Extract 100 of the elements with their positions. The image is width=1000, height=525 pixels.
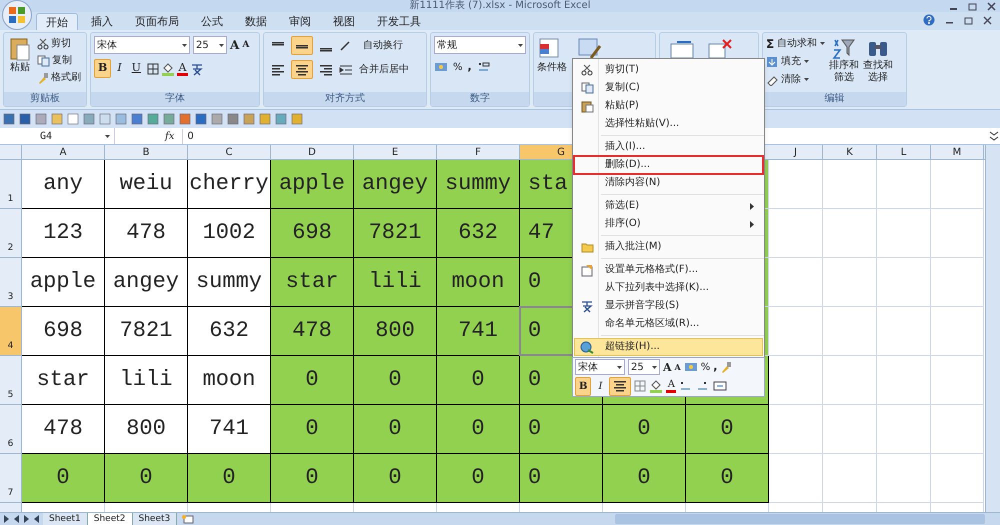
vertical-scrollbar[interactable] bbox=[985, 145, 1000, 512]
merge-center-button[interactable]: 合并后居中 bbox=[359, 62, 409, 77]
find-select-button[interactable]: 查找和 选择 bbox=[863, 36, 894, 92]
grow-font-button[interactable]: A bbox=[230, 39, 240, 51]
underline-button[interactable]: U bbox=[128, 59, 145, 78]
copy-icon[interactable] bbox=[37, 54, 50, 66]
align-center-icon[interactable] bbox=[295, 64, 309, 76]
copy-icon[interactable] bbox=[580, 82, 594, 94]
ribbon-tab[interactable]: 开发工具 bbox=[368, 13, 430, 30]
percent-button[interactable]: % bbox=[453, 60, 463, 75]
font-name-field[interactable]: 宋体 bbox=[94, 36, 190, 54]
menu-item[interactable]: 超链接(H)... bbox=[574, 338, 763, 356]
new-sheet-icon[interactable] bbox=[181, 514, 196, 524]
autosum-button[interactable]: Σ 自动求和 bbox=[766, 36, 826, 51]
column-header[interactable]: C bbox=[188, 145, 271, 159]
help-icon[interactable] bbox=[923, 14, 935, 26]
merge-icon[interactable] bbox=[713, 380, 728, 392]
fill-button[interactable]: 填充 bbox=[766, 54, 826, 69]
close-icon[interactable] bbox=[983, 16, 992, 24]
horizontal-scrollbar[interactable] bbox=[615, 514, 985, 524]
toolbar-icon[interactable] bbox=[83, 113, 95, 125]
comma-button[interactable]: , bbox=[713, 359, 718, 376]
caret-icon[interactable] bbox=[820, 42, 826, 45]
caret-icon[interactable] bbox=[617, 366, 622, 369]
row-header[interactable]: 3 bbox=[0, 258, 22, 307]
toolbar-icon[interactable] bbox=[227, 113, 239, 125]
paste-button[interactable]: 粘贴 bbox=[7, 36, 33, 92]
ribbon-tab[interactable]: 审阅 bbox=[280, 13, 320, 30]
font-name-field[interactable]: 宋体 bbox=[575, 359, 625, 376]
currency-icon[interactable] bbox=[684, 361, 698, 374]
scissors-icon[interactable] bbox=[581, 64, 593, 76]
row-header[interactable]: 7 bbox=[0, 454, 22, 503]
clipboard-icon[interactable] bbox=[580, 100, 594, 112]
toolbar-icon[interactable] bbox=[259, 113, 271, 125]
close-icon[interactable] bbox=[987, 2, 996, 10]
expand-icon[interactable] bbox=[988, 129, 1000, 143]
font-color-button[interactable]: A bbox=[666, 380, 676, 392]
column-header[interactable]: E bbox=[354, 145, 437, 159]
caret-icon[interactable] bbox=[182, 44, 187, 46]
menu-item[interactable]: 粘贴(P) bbox=[574, 97, 763, 115]
toolbar-icon[interactable] bbox=[195, 113, 207, 125]
italic-button[interactable]: I bbox=[113, 59, 126, 78]
globe-link-icon[interactable] bbox=[580, 340, 594, 354]
toolbar-icon[interactable] bbox=[19, 113, 31, 125]
percent-button[interactable]: % bbox=[700, 360, 710, 375]
toolbar-icon[interactable] bbox=[131, 113, 143, 125]
clear-button[interactable]: 清除 bbox=[766, 72, 826, 87]
shrink-font-button[interactable]: A bbox=[242, 40, 250, 50]
bold-button[interactable]: B bbox=[94, 59, 112, 78]
format-cells-icon[interactable] bbox=[580, 264, 594, 276]
align-center-icon[interactable] bbox=[613, 380, 628, 392]
align-button[interactable] bbox=[291, 36, 313, 55]
toolbar-icon[interactable] bbox=[243, 113, 255, 125]
toolbar-icon[interactable] bbox=[179, 113, 191, 125]
align-right-icon[interactable] bbox=[319, 64, 333, 76]
wrap-text-button[interactable]: 自动换行 bbox=[363, 38, 403, 53]
row-header[interactable]: 4 bbox=[0, 307, 22, 356]
format-painter-button[interactable]: 格式刷 bbox=[37, 70, 81, 85]
column-header[interactable]: M bbox=[931, 145, 984, 159]
column-header[interactable]: D bbox=[271, 145, 354, 159]
ribbon-tab[interactable]: 视图 bbox=[324, 13, 364, 30]
fill-bucket-icon[interactable] bbox=[649, 379, 664, 393]
office-button[interactable] bbox=[2, 0, 32, 30]
menu-item[interactable]: 复制(C) bbox=[574, 79, 763, 97]
phonetic-icon[interactable] bbox=[580, 299, 594, 313]
borders-icon[interactable] bbox=[146, 62, 159, 74]
sheet-tab[interactable]: Sheet3 bbox=[132, 513, 178, 525]
ribbon-tab[interactable]: 开始 bbox=[36, 13, 78, 30]
toolbar-icon[interactable] bbox=[3, 113, 15, 125]
name-box[interactable]: G4 bbox=[0, 128, 115, 144]
row-header[interactable]: 2 bbox=[0, 209, 22, 258]
function-label[interactable]: fx bbox=[165, 128, 174, 144]
font-color-button[interactable]: A bbox=[176, 62, 188, 76]
scissors-icon[interactable] bbox=[37, 38, 49, 50]
toolbar-icon[interactable] bbox=[163, 113, 175, 125]
column-header[interactable]: K bbox=[823, 145, 877, 159]
increase-decimal-icon[interactable] bbox=[476, 61, 491, 74]
toolbar-icon[interactable] bbox=[211, 113, 223, 125]
number-format-field[interactable]: 常规 bbox=[434, 36, 526, 54]
align-button[interactable] bbox=[291, 60, 313, 79]
font-size-field[interactable]: 25 bbox=[193, 36, 227, 54]
cut-button[interactable]: 剪切 bbox=[37, 36, 81, 51]
align-left-icon[interactable] bbox=[271, 64, 285, 76]
column-header[interactable]: B bbox=[105, 145, 188, 159]
caret-icon[interactable] bbox=[518, 44, 523, 46]
toolbar-icon[interactable] bbox=[35, 113, 47, 125]
toolbar-icon[interactable] bbox=[291, 113, 303, 125]
row-header[interactable]: 1 bbox=[0, 160, 22, 209]
column-header[interactable]: J bbox=[769, 145, 823, 159]
indent-icon[interactable] bbox=[339, 64, 353, 76]
caret-icon[interactable] bbox=[219, 44, 224, 46]
phonetic-icon[interactable] bbox=[190, 62, 204, 76]
ribbon-tab[interactable]: 数据 bbox=[236, 13, 276, 30]
column-header[interactable]: A bbox=[22, 145, 105, 159]
toolbar-icon[interactable] bbox=[51, 113, 63, 125]
shrink-font-button[interactable]: A bbox=[674, 363, 681, 372]
caret-icon[interactable] bbox=[652, 366, 657, 369]
ribbon-tab[interactable]: 公式 bbox=[192, 13, 232, 30]
comma-button[interactable]: , bbox=[468, 59, 472, 76]
sheet-tab[interactable]: Sheet1 bbox=[43, 513, 88, 525]
